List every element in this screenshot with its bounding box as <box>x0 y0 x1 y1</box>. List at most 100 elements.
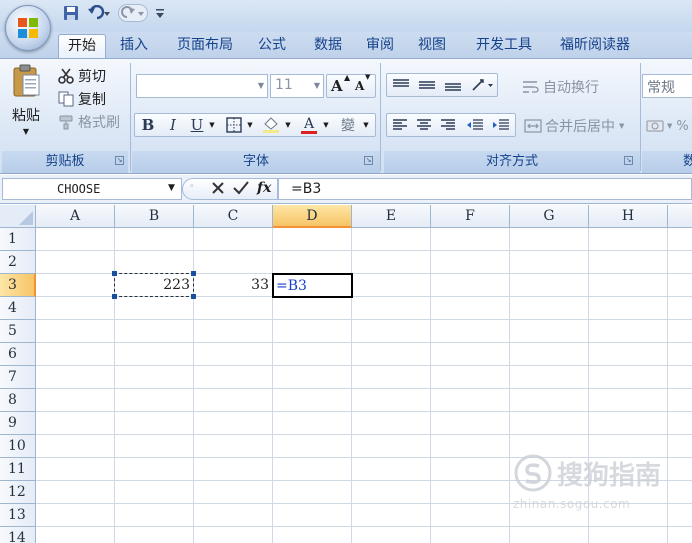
column-header-d[interactable]: D <box>273 205 352 228</box>
font-color-dropdown-icon[interactable]: ▼ <box>321 114 331 136</box>
save-button[interactable] <box>62 4 80 22</box>
font-dialog-launcher[interactable]: ↘ <box>364 156 373 165</box>
paste-button[interactable]: 粘贴 ▼ <box>6 63 46 147</box>
cell-c3[interactable]: 33 <box>194 274 272 296</box>
number-format-value: 常规 <box>647 80 675 96</box>
shrink-font-button[interactable]: A <box>355 79 364 93</box>
font-color-letter: A <box>303 115 315 132</box>
number-format-combobox[interactable]: 常规 <box>642 74 692 98</box>
font-size-dropdown-icon[interactable]: ▼ <box>314 81 320 90</box>
accounting-format-button[interactable]: ▼ % <box>646 115 689 137</box>
row-header[interactable]: 14 <box>0 527 36 543</box>
underline-button[interactable]: U <box>187 114 207 136</box>
clipboard-dialog-launcher[interactable]: ↘ <box>115 156 124 165</box>
row-header[interactable]: 7 <box>0 366 36 389</box>
sogou-watermark: 搜狗指南 zhinan.sogou.com <box>513 453 661 511</box>
grow-font-button[interactable]: A <box>331 77 343 95</box>
align-bottom-button[interactable] <box>441 74 465 96</box>
merge-center-button[interactable]: 合并后居中 ▼ <box>524 115 624 137</box>
insert-function-icon[interactable]: fx <box>257 180 271 196</box>
font-color-button[interactable]: A <box>297 114 321 136</box>
merge-dropdown-icon[interactable]: ▼ <box>619 122 624 130</box>
tab-view[interactable]: 视图 <box>412 34 452 58</box>
alignment-dialog-launcher[interactable]: ↘ <box>624 156 633 165</box>
column-header-a[interactable]: A <box>36 205 115 228</box>
excel-window: { "quick_access": { "save_icon": "save-i… <box>0 0 692 543</box>
tab-page-layout[interactable]: 页面布局 <box>168 34 242 58</box>
active-cell-d3[interactable]: =B3 <box>272 273 353 298</box>
name-box-dropdown-icon[interactable]: ▼ <box>168 183 175 193</box>
column-header-f[interactable]: F <box>431 205 510 228</box>
italic-button[interactable]: I <box>163 114 183 136</box>
fill-color-button[interactable] <box>259 114 283 136</box>
wrap-text-button[interactable]: 自动换行 <box>522 76 599 98</box>
grid-line <box>36 319 692 320</box>
row-header[interactable]: 2 <box>0 251 36 274</box>
row-header[interactable]: 6 <box>0 343 36 366</box>
paste-dropdown-icon[interactable]: ▼ <box>23 127 29 136</box>
column-header-b[interactable]: B <box>115 205 194 228</box>
row-header-selected[interactable]: 3 <box>0 274 36 297</box>
align-middle-button[interactable] <box>415 74 439 96</box>
tab-foxit-reader[interactable]: 福昕阅读器 <box>550 34 640 58</box>
column-header-g[interactable]: G <box>510 205 589 228</box>
row-header[interactable]: 1 <box>0 228 36 251</box>
row-header[interactable]: 5 <box>0 320 36 343</box>
column-header-i[interactable] <box>668 205 692 228</box>
redo-button[interactable] <box>118 4 148 22</box>
bold-button[interactable]: B <box>137 114 159 136</box>
customize-toolbar-button[interactable] <box>154 4 166 22</box>
font-name-dropdown-icon[interactable]: ▼ <box>258 81 264 90</box>
column-header-h[interactable]: H <box>589 205 668 228</box>
increase-indent-button[interactable] <box>489 114 513 136</box>
format-painter-button[interactable]: 格式刷 <box>58 112 120 132</box>
fill-color-dropdown-icon[interactable]: ▼ <box>283 114 293 136</box>
row-header[interactable]: 4 <box>0 297 36 320</box>
office-button[interactable] <box>5 5 51 51</box>
percent-button[interactable]: % <box>676 119 688 134</box>
formula-input[interactable]: =B3 <box>278 178 692 200</box>
decrease-indent-button[interactable] <box>463 114 487 136</box>
cancel-entry-button[interactable] <box>211 181 225 199</box>
orientation-button[interactable] <box>467 74 497 96</box>
tab-developer[interactable]: 开发工具 <box>466 34 542 58</box>
align-right-button[interactable] <box>437 114 459 136</box>
tab-formulas[interactable]: 公式 <box>252 34 292 58</box>
undo-button[interactable] <box>86 4 112 22</box>
tab-home[interactable]: 开始 <box>58 34 106 58</box>
underline-dropdown-icon[interactable]: ▼ <box>207 114 217 136</box>
customize-icon <box>156 9 164 18</box>
borders-icon <box>226 117 242 133</box>
tab-review[interactable]: 审阅 <box>360 34 400 58</box>
formula-bar-collapse-icon[interactable]: ◦ <box>189 182 194 192</box>
phonetic-dropdown-icon[interactable]: ▼ <box>361 114 371 136</box>
row-header[interactable]: 10 <box>0 435 36 458</box>
shrink-arrow-icon: ▼ <box>365 73 371 81</box>
office-logo-icon <box>18 18 38 38</box>
align-left-button[interactable] <box>389 114 411 136</box>
row-header[interactable]: 8 <box>0 389 36 412</box>
confirm-entry-button[interactable] <box>233 181 249 199</box>
align-center-button[interactable] <box>413 114 435 136</box>
selection-handle[interactable] <box>112 294 117 299</box>
tab-insert[interactable]: 插入 <box>114 34 154 58</box>
selection-handle[interactable] <box>112 271 117 276</box>
name-box[interactable]: CHOOSE <box>2 178 182 200</box>
column-header-c[interactable]: C <box>194 205 273 228</box>
align-top-button[interactable] <box>389 74 413 96</box>
row-header[interactable]: 9 <box>0 412 36 435</box>
copy-button[interactable]: 复制 <box>58 89 106 109</box>
accounting-dropdown-icon[interactable]: ▼ <box>667 122 672 130</box>
phonetic-button[interactable]: 變 <box>335 114 361 136</box>
column-header-e[interactable]: E <box>352 205 431 228</box>
cut-button[interactable]: 剪切 <box>58 66 106 86</box>
borders-dropdown-icon[interactable]: ▼ <box>245 114 255 136</box>
tab-data[interactable]: 数据 <box>306 34 350 58</box>
row-header[interactable]: 13 <box>0 504 36 527</box>
row-header[interactable]: 12 <box>0 481 36 504</box>
row-header[interactable]: 11 <box>0 458 36 481</box>
select-all-button[interactable] <box>0 205 36 228</box>
font-name-combobox[interactable]: ▼ <box>136 74 268 98</box>
font-size-combobox[interactable]: 11 ▼ <box>270 74 324 98</box>
borders-button[interactable] <box>223 114 245 136</box>
